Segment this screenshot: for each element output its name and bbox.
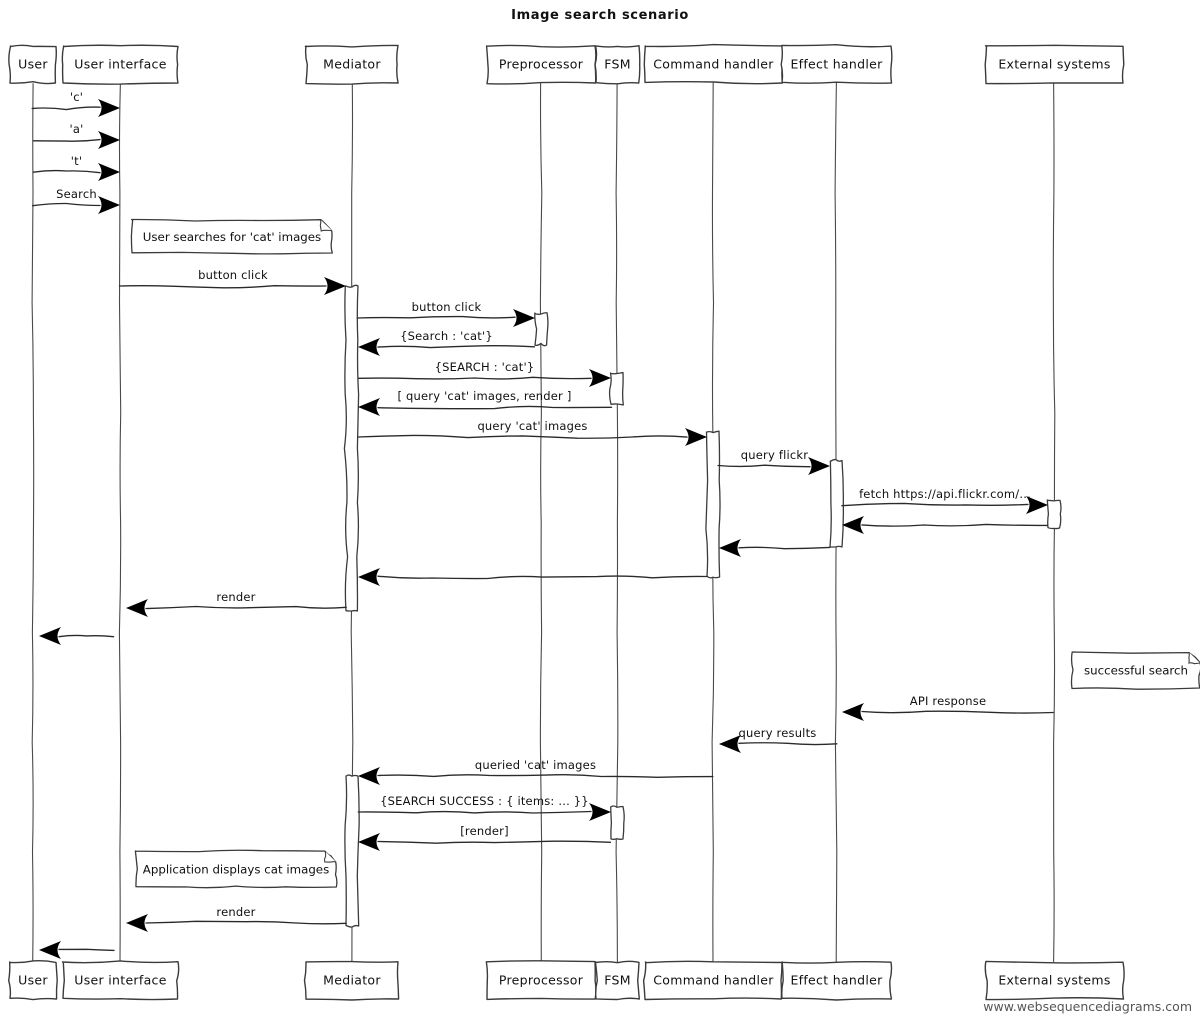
act-command-1	[705, 430, 721, 579]
participant-label: User interface	[74, 57, 166, 72]
act-preprocessor-1	[534, 312, 549, 347]
participant-effect-bottom[interactable]: Effect handler	[781, 961, 893, 1001]
note-label: User searches for 'cat' images	[143, 230, 321, 244]
participant-label: User	[18, 57, 48, 72]
note-label: successful search	[1084, 664, 1188, 678]
participant-fsm-bottom[interactable]: FSM	[594, 960, 640, 1001]
participant-external-bottom[interactable]: External systems	[984, 960, 1125, 1001]
participant-label: Preprocessor	[499, 973, 584, 988]
participant-fsm-top[interactable]: FSM	[594, 45, 641, 85]
act-mediator-1	[343, 284, 360, 612]
participant-label: Command handler	[653, 57, 774, 72]
message-label: button click	[198, 268, 268, 282]
message-label: query flickr	[741, 448, 808, 462]
message-label: fetch https://api.flickr.com/...	[859, 487, 1031, 501]
participant-label: Command handler	[653, 973, 774, 988]
message-label: 't'	[71, 154, 82, 168]
message-label: {SEARCH : 'cat'}	[435, 360, 535, 374]
sequence-diagram-canvas: Image search scenario 'c' 'a' 't' Search but…	[0, 0, 1200, 1019]
participant-mediator-top[interactable]: Mediator	[304, 44, 399, 85]
note-user-search: User searches for 'cat' images	[130, 218, 333, 255]
participant-preprocessor-bottom[interactable]: Preprocessor	[485, 960, 597, 1001]
participant-label: Effect handler	[790, 57, 883, 72]
message-label: button click	[412, 300, 482, 314]
message-label: query 'cat' images	[477, 419, 587, 433]
message-label: 'a'	[70, 122, 84, 136]
message-label: {Search : 'cat'}	[400, 329, 493, 343]
message-label: API response	[910, 694, 986, 708]
participant-label: Mediator	[323, 973, 381, 988]
participant-user-bottom[interactable]: User	[7, 960, 58, 1001]
message-label: queried 'cat' images	[475, 758, 596, 772]
message-label: render	[216, 590, 255, 604]
participant-user-top[interactable]: User	[8, 44, 57, 85]
message-label: render	[216, 905, 255, 919]
message-label: [ query 'cat' images, render ]	[397, 389, 571, 403]
act-mediator-2	[344, 774, 360, 928]
participant-mediator-bottom[interactable]: Mediator	[303, 960, 400, 1001]
participant-label: External systems	[998, 57, 1110, 72]
participant-label: Mediator	[323, 57, 381, 72]
act-external-1	[1046, 499, 1062, 530]
message-label: 'c'	[70, 90, 83, 104]
participant-label: User interface	[74, 973, 166, 988]
note-label: Application displays cat images	[143, 863, 329, 877]
participant-effect-top[interactable]: Effect handler	[780, 44, 893, 84]
note-successful: successful search	[1070, 651, 1200, 690]
participant-label: Effect handler	[790, 973, 883, 988]
act-effect-1	[829, 458, 845, 548]
act-fsm-2	[610, 805, 625, 840]
participant-ui-bottom[interactable]: User interface	[61, 960, 180, 1001]
participant-label: FSM	[604, 57, 631, 72]
footer-attribution: www.websequencediagrams.com	[983, 999, 1192, 1014]
participant-external-top[interactable]: External systems	[984, 44, 1125, 85]
participant-preprocessor-top[interactable]: Preprocessor	[485, 44, 597, 85]
participant-ui-top[interactable]: User interface	[61, 44, 179, 85]
page-title: Image search scenario	[511, 8, 689, 23]
participant-label: User	[18, 973, 48, 988]
participant-command-bottom[interactable]: Command handler	[642, 960, 783, 1001]
message-label: Search	[56, 187, 97, 201]
message-label: [render]	[460, 824, 509, 838]
participant-label: Preprocessor	[499, 57, 584, 72]
participant-label: FSM	[604, 973, 631, 988]
participant-label: External systems	[998, 973, 1110, 988]
act-fsm-1	[608, 371, 624, 406]
participant-command-top[interactable]: Command handler	[643, 43, 784, 85]
message-label: {SEARCH SUCCESS : { items: ... }}	[380, 794, 589, 808]
note-app-displays: Application displays cat images	[134, 849, 338, 889]
message-label: query results	[739, 726, 817, 740]
